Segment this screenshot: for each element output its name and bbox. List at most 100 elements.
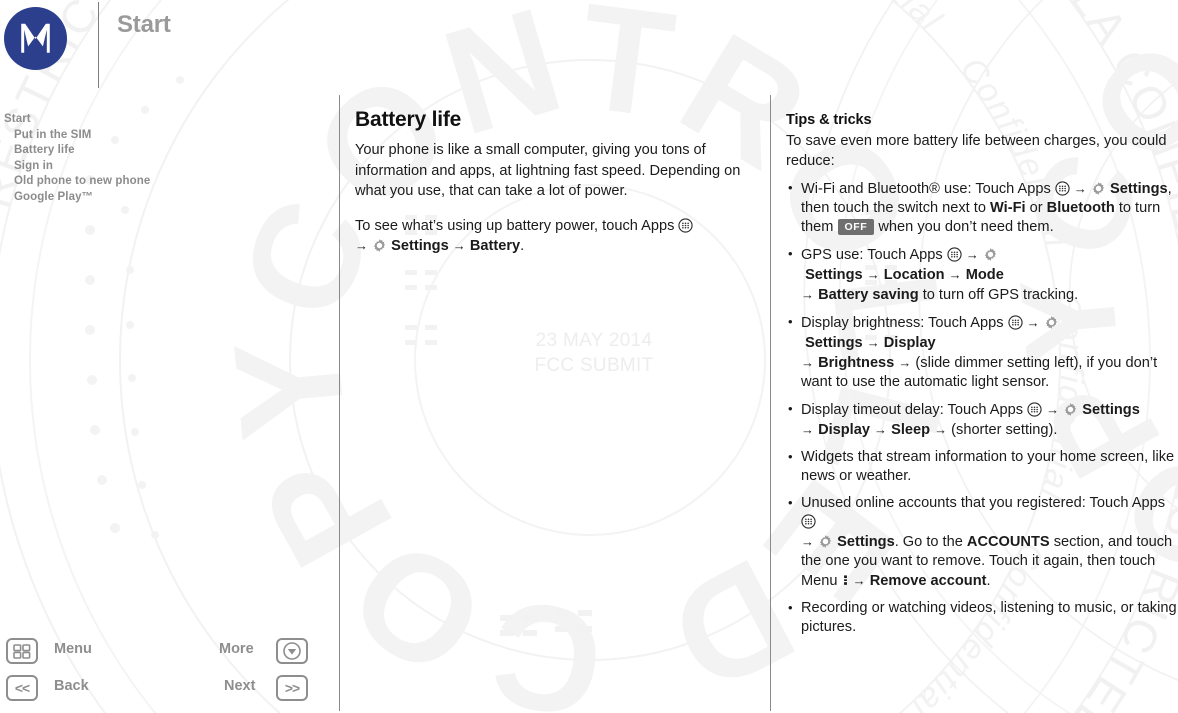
display-bold: Display — [883, 335, 936, 351]
grid-icon — [13, 643, 31, 659]
bottom-navigation: Menu More << Back Next >> — [0, 638, 330, 713]
sidebar-item-sign-in[interactable]: Sign in — [0, 159, 330, 175]
tips-list: Wi-Fi and Bluetooth® use: Touch Apps → S… — [786, 178, 1178, 637]
arrow-icon: → — [934, 422, 948, 437]
battery-saving-bold: Battery saving — [818, 287, 919, 303]
apps-icon — [678, 217, 694, 233]
arrow-icon: → — [801, 534, 814, 549]
tip-timeout-lead: Display timeout delay: Touch Apps — [801, 402, 1024, 418]
column-divider-right — [770, 95, 771, 711]
period: . — [520, 238, 525, 254]
tip-unused-accounts: Unused online accounts that you register… — [786, 493, 1178, 591]
arrow-icon: → — [852, 573, 866, 588]
tip-gps-lead: GPS use: Touch Apps — [801, 247, 943, 263]
settings-bold: Settings — [1082, 402, 1140, 418]
tip-timeout-end: (shorter setting). — [951, 422, 1058, 438]
menu-button[interactable] — [6, 638, 38, 664]
period: . — [986, 573, 991, 589]
battery-bold: Battery — [469, 238, 521, 254]
or-text: or — [1029, 200, 1043, 216]
arrow-icon: → — [898, 355, 912, 370]
settings-bold: Settings — [1110, 181, 1168, 197]
next-button[interactable]: >> — [276, 675, 308, 701]
arrow-icon: → — [1046, 402, 1060, 417]
tip-display-timeout: Display timeout delay: Touch Apps → Sett… — [786, 399, 1178, 440]
tip-gps-end: to turn off GPS tracking. — [922, 287, 1079, 303]
tip-display-brightness: Display brightness: Touch Apps → Setting… — [786, 312, 1178, 392]
gear-icon — [984, 248, 997, 261]
gear-icon — [1064, 403, 1077, 416]
apps-icon — [1027, 402, 1042, 417]
more-button[interactable] — [276, 638, 308, 664]
tip-accounts-mid1: . Go to the — [894, 534, 963, 550]
brightness-bold: Brightness — [818, 355, 895, 371]
remove-account-bold: Remove account — [869, 573, 987, 589]
column-divider-left — [339, 95, 340, 711]
gear-icon — [1092, 182, 1105, 195]
chevron-down-circle-icon — [283, 642, 301, 660]
nav-row-back: << Back Next >> — [0, 675, 330, 712]
overflow-menu-icon — [843, 575, 847, 585]
next-glyph: >> — [284, 680, 300, 696]
apps-icon — [1007, 315, 1023, 330]
arrow-icon: → — [1026, 315, 1040, 330]
page-title: Start — [117, 11, 171, 38]
location-bold: Location — [883, 267, 945, 283]
sidebar-item-start[interactable]: Start — [0, 112, 330, 128]
sidebar-item-put-in-the-sim[interactable]: Put in the SIM — [0, 128, 330, 144]
main-content-column: Battery life Your phone is like a small … — [355, 108, 745, 257]
arrow-icon: → — [801, 355, 814, 370]
header-divider — [98, 2, 99, 88]
wifi-bold: Wi-Fi — [990, 200, 1026, 216]
manual-page: RESTRICTED :: MOTOROLA CONFIDENTIAL :: M… — [0, 0, 1178, 713]
arrow-icon: → — [874, 422, 888, 437]
gear-icon — [1045, 316, 1057, 329]
menu-label[interactable]: Menu — [54, 641, 92, 657]
tip-wifi-bluetooth: Wi-Fi and Bluetooth® use: Touch Apps → S… — [786, 178, 1178, 237]
battery-path-paragraph: To see what’s using up battery power, to… — [355, 216, 745, 257]
tip-recording: Recording or watching videos, listening … — [786, 598, 1178, 637]
watermark-date-line1: 23 MAY 2014 — [535, 330, 653, 351]
arrow-icon: → — [801, 287, 814, 302]
apps-icon — [801, 514, 816, 529]
gear-icon — [373, 239, 386, 252]
arrow-icon: → — [866, 267, 880, 282]
arrow-icon: → — [801, 422, 814, 437]
arrow-icon: → — [948, 267, 962, 282]
tip-wifi-lead: Wi-Fi and Bluetooth® use: Touch Apps — [801, 181, 1051, 197]
apps-icon — [947, 247, 962, 262]
sleep-bold: Sleep — [891, 422, 931, 438]
display-bold: Display — [818, 422, 870, 438]
tip-widgets: Widgets that stream information to your … — [786, 447, 1178, 486]
bluetooth-bold: Bluetooth — [1046, 200, 1115, 216]
settings-bold: Settings — [805, 267, 863, 283]
arrow-icon: → — [355, 238, 368, 253]
sidebar-item-battery-life[interactable]: Battery life — [0, 143, 330, 159]
back-label[interactable]: Back — [54, 678, 89, 694]
next-label[interactable]: Next — [224, 678, 255, 694]
more-label[interactable]: More — [219, 641, 254, 657]
settings-bold: Settings — [805, 335, 863, 351]
back-button[interactable]: << — [6, 675, 38, 701]
sidebar-item-google-play[interactable]: Google Play™ — [0, 190, 330, 206]
mode-bold: Mode — [965, 267, 1004, 283]
tip-gps: GPS use: Touch Apps → Settings → Locatio… — [786, 244, 1178, 305]
battery-path-prefix: To see what’s using up battery power, to… — [355, 217, 675, 234]
arrow-icon: → — [965, 247, 979, 262]
intro-paragraph: Your phone is like a small computer, giv… — [355, 142, 741, 199]
tip-accounts-lead: Unused online accounts that you register… — [801, 495, 1166, 511]
tip-wifi-end: when you don’t need them. — [878, 219, 1054, 235]
arrow-icon: → — [1073, 181, 1087, 196]
sidebar-item-old-phone-to-new-phone[interactable]: Old phone to new phone — [0, 174, 330, 190]
apps-icon — [1055, 181, 1070, 196]
settings-bold: Settings — [391, 238, 449, 254]
back-glyph: << — [14, 680, 30, 696]
tips-intro: To save even more battery life between c… — [786, 133, 1167, 169]
tip-brightness-lead: Display brightness: Touch Apps — [801, 315, 1004, 331]
gear-icon — [819, 535, 832, 548]
off-toggle-badge[interactable]: OFF — [837, 219, 875, 235]
accounts-bold: ACCOUNTS — [966, 534, 1050, 550]
tips-title: Tips & tricks — [786, 112, 872, 128]
settings-bold: Settings — [837, 534, 895, 550]
arrow-icon: → — [452, 238, 466, 253]
